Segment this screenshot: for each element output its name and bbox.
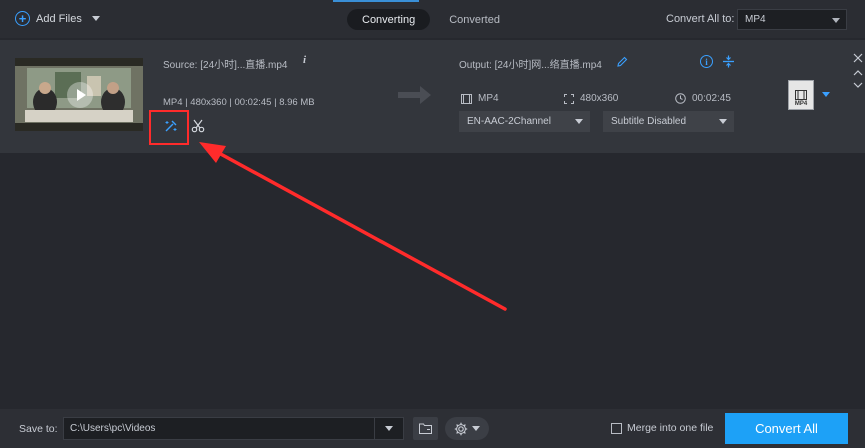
merge-label: Merge into one file <box>627 422 714 434</box>
output-format-info: MP4 <box>461 93 499 104</box>
save-path-field[interactable]: C:\Users\pc\Videos <box>63 417 404 440</box>
output-info-icon[interactable]: i <box>700 55 713 68</box>
reorder-icon[interactable] <box>853 69 863 89</box>
gear-icon <box>454 422 468 435</box>
convert-direction-arrow-icon <box>398 86 431 104</box>
output-duration-info: 00:02:45 <box>675 93 731 104</box>
output-resolution-value: 480x360 <box>580 93 619 104</box>
open-folder-button[interactable] <box>413 417 438 440</box>
scissors-icon[interactable] <box>191 119 205 133</box>
merge-option[interactable]: Merge into one file <box>611 422 713 434</box>
chevron-down-icon[interactable] <box>91 16 100 21</box>
folder-icon <box>419 423 432 434</box>
video-thumbnail[interactable] <box>15 58 143 131</box>
save-path-dropdown[interactable] <box>374 418 403 439</box>
tab-converted[interactable]: Converted <box>434 9 515 30</box>
audio-track-value: EN-AAC-2Channel <box>467 116 551 127</box>
status-tabs: Converting Converted <box>347 9 515 30</box>
format-chevron-down-icon[interactable] <box>822 92 830 97</box>
info-icon[interactable]: i <box>303 54 306 66</box>
format-badge-label: MP4 <box>794 101 808 107</box>
resolution-icon <box>564 93 574 104</box>
edit-pencil-icon[interactable] <box>616 56 628 68</box>
output-resolution-info: 480x360 <box>564 93 618 104</box>
convert-all-format-value: MP4 <box>745 14 766 25</box>
subtitle-value: Subtitle Disabled <box>611 116 687 127</box>
chevron-down-icon <box>472 426 480 431</box>
active-tab-indicator <box>333 0 419 2</box>
clock-icon <box>675 93 686 104</box>
tab-converting[interactable]: Converting <box>347 9 431 30</box>
add-files-label: Add Files <box>36 12 82 25</box>
chevron-down-icon <box>719 119 727 124</box>
settings-button[interactable] <box>445 417 489 440</box>
compress-icon[interactable] <box>722 55 735 68</box>
close-icon[interactable] <box>853 53 863 63</box>
output-filename: Output: [24小时]网...络直播.mp4 <box>459 60 602 71</box>
merge-checkbox[interactable] <box>611 422 622 434</box>
play-icon[interactable] <box>67 82 93 108</box>
convert-all-format-select[interactable]: MP4 <box>737 9 847 30</box>
source-filename: Source: [24小时]...直播.mp4 <box>163 60 288 71</box>
chevron-down-icon <box>575 119 583 124</box>
plus-circle-icon: + <box>15 11 30 26</box>
save-to-label: Save to: <box>19 423 58 435</box>
source-meta: MP4 | 480x360 | 00:02:45 | 8.96 MB <box>163 97 315 108</box>
convert-all-to-label: Convert All to: <box>666 13 735 25</box>
output-format-value: MP4 <box>478 93 499 104</box>
subtitle-select[interactable]: Subtitle Disabled <box>603 111 734 132</box>
add-files-button[interactable]: + Add Files <box>15 11 100 26</box>
film-icon <box>461 93 472 104</box>
convert-all-button[interactable]: Convert All <box>725 413 848 444</box>
film-icon <box>795 90 807 100</box>
save-path-value: C:\Users\pc\Videos <box>70 423 156 434</box>
chevron-down-icon <box>385 426 393 431</box>
annotation-highlight-box <box>149 110 189 145</box>
output-duration-value: 00:02:45 <box>692 93 731 104</box>
output-format-badge[interactable]: MP4 <box>788 80 814 110</box>
chevron-down-icon <box>832 18 840 23</box>
audio-track-select[interactable]: EN-AAC-2Channel <box>459 111 590 132</box>
